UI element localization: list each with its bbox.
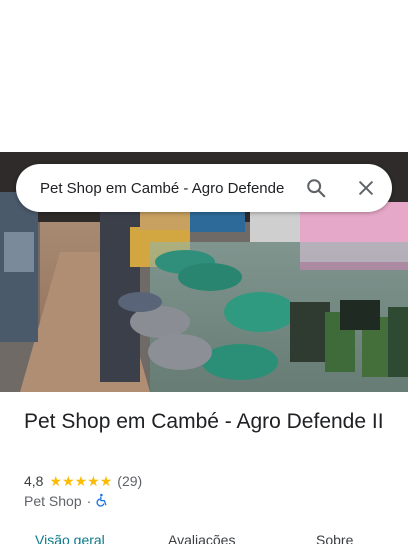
review-count[interactable]: (29): [117, 473, 142, 489]
rating-row[interactable]: 4,8 ★ ★ ★ ★ ★ (29): [24, 471, 142, 491]
separator-dot: ·: [86, 493, 92, 509]
category-row: Pet Shop ·: [24, 492, 109, 510]
search-bar[interactable]: Pet Shop em Cambé - Agro Defende: [16, 164, 392, 212]
search-input[interactable]: Pet Shop em Cambé - Agro Defende: [40, 180, 290, 197]
star-icon: ★: [49, 473, 63, 489]
tab-reviews[interactable]: Avaliações: [168, 532, 235, 544]
place-title: Pet Shop em Cambé - Agro Defende II: [24, 410, 384, 433]
star-rating: ★ ★ ★ ★ ★: [49, 474, 112, 488]
search-icon[interactable]: [300, 172, 332, 204]
tab-about[interactable]: Sobre: [316, 532, 353, 544]
wheelchair-icon: [95, 493, 109, 510]
place-category: Pet Shop: [24, 493, 82, 509]
blank-area: [0, 0, 408, 152]
rating-value: 4,8: [24, 473, 44, 489]
close-icon[interactable]: [350, 172, 382, 204]
tab-overview[interactable]: Visão geral: [35, 532, 105, 544]
star-icon: ★: [62, 473, 75, 489]
star-icon: ★: [87, 473, 100, 489]
star-icon: ★: [99, 473, 113, 489]
tab-bar: Visão geral Avaliações Sobre: [0, 528, 408, 544]
star-icon: ★: [74, 473, 88, 489]
